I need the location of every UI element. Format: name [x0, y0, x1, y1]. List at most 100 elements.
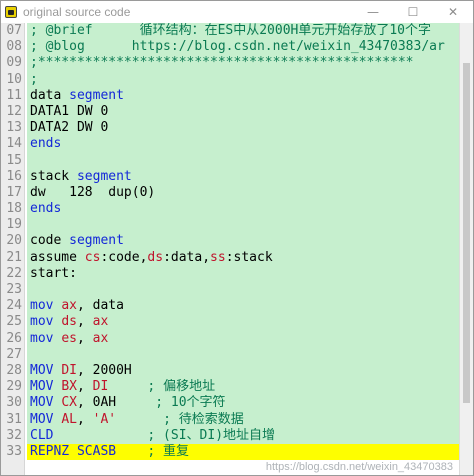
code-line[interactable]: 15	[1, 152, 473, 169]
code-text[interactable]: mov es, ax	[27, 330, 459, 347]
code-lines[interactable]: 07 ; @brief 循环结构：在ES中从2000H单元开始存放了10个字 08;…	[1, 23, 473, 461]
code-line[interactable]: 07 ; @brief 循环结构：在ES中从2000H单元开始存放了10个字	[1, 23, 473, 40]
code-register: es	[61, 330, 77, 346]
code-keyword: mov	[30, 298, 62, 314]
line-number: 28	[6, 362, 22, 378]
code-line[interactable]: 17 dw 128 dup(0)	[1, 184, 473, 202]
code-line[interactable]: 28 MOV DI, 2000H	[1, 362, 473, 380]
code-keyword: MOV	[30, 362, 62, 378]
code-line[interactable]: 08 ; @blog https://blog.csdn.net/weixin_4…	[1, 39, 473, 56]
code-text[interactable]	[27, 282, 459, 299]
code-keyword: REPNZ SCASB	[30, 443, 117, 459]
code-line[interactable]: 14 ends	[1, 136, 473, 153]
code-line[interactable]: 25 mov ds, ax	[1, 314, 473, 331]
code-line[interactable]: 30 MOV CX, 0AH ; 10个字符	[1, 395, 473, 412]
code-line[interactable]: 19	[1, 217, 473, 234]
code-line[interactable]: 23	[1, 282, 473, 299]
code-text[interactable]: mov ds, ax	[27, 314, 459, 331]
code-comment: ; 重复	[116, 443, 190, 459]
code-text[interactable]: assume cs:code,ds:data,ss:stack	[27, 249, 459, 266]
window-controls: — ☐ ✕	[353, 1, 473, 23]
code-text[interactable]: ;	[27, 71, 459, 88]
code-token: assume	[30, 249, 85, 265]
line-number: 10	[6, 71, 22, 87]
line-number: 19	[6, 217, 22, 233]
code-line[interactable]: 29 MOV BX, DI ; 偏移地址	[1, 379, 473, 396]
code-token: :code,	[100, 249, 148, 265]
line-number: 27	[6, 346, 22, 362]
code-token: , data	[76, 298, 124, 314]
title-bar[interactable]: original source code — ☐ ✕	[1, 1, 473, 23]
line-number: 12	[6, 103, 22, 119]
code-text[interactable]: data segment	[27, 87, 459, 104]
scrollbar-thumb[interactable]	[463, 63, 470, 403]
line-number: 18	[6, 201, 22, 217]
code-comment: ;	[30, 71, 38, 87]
code-line[interactable]: 11 data segment	[1, 87, 473, 104]
code-text[interactable]: ; @blog https://blog.csdn.net/weixin_434…	[27, 39, 459, 56]
code-line[interactable]: 24 mov ax, data	[1, 298, 473, 315]
code-editor[interactable]: 07 ; @brief 循环结构：在ES中从2000H单元开始存放了10个字 08;…	[1, 23, 473, 475]
code-line[interactable]: 26 mov es, ax	[1, 330, 473, 347]
code-text[interactable]: ends	[27, 136, 459, 153]
code-text[interactable]: CLD ; (SI、DI)地址自增	[27, 427, 459, 444]
code-text[interactable]: MOV CX, 0AH ; 10个字符	[27, 395, 459, 412]
code-line[interactable]: 32 CLD ; (SI、DI)地址自增	[1, 427, 473, 444]
code-line[interactable]: 13 DATA2 DW 0	[1, 120, 473, 137]
code-text[interactable]	[27, 152, 459, 169]
code-text[interactable]: ; @brief 循环结构：在ES中从2000H单元开始存放了10个字	[27, 23, 459, 40]
code-line[interactable]: 12 DATA1 DW 0	[1, 103, 473, 121]
code-text[interactable]: DATA2 DW 0	[27, 120, 459, 137]
code-comment: ; @blog https://blog.csdn.net/weixin_434…	[30, 39, 445, 55]
code-text[interactable]: code segment	[27, 233, 459, 250]
code-token: start:	[30, 265, 77, 281]
code-text[interactable]: ;***************************************…	[27, 55, 459, 72]
code-text[interactable]: start:	[27, 265, 459, 282]
code-text[interactable]: dw 128 dup(0)	[27, 184, 459, 202]
code-register: BX	[61, 379, 77, 395]
code-text[interactable]: mov ax, data	[27, 298, 459, 315]
code-line[interactable]: 10;	[1, 71, 473, 88]
code-line[interactable]: 22 start:	[1, 265, 473, 282]
line-number: 32	[6, 427, 22, 443]
code-token: :data,	[163, 249, 211, 265]
code-text[interactable]	[27, 217, 459, 234]
line-number: 11	[6, 87, 22, 103]
maximize-button[interactable]: ☐	[393, 1, 433, 23]
code-text[interactable]: REPNZ SCASB ; 重复	[27, 443, 459, 461]
vertical-scrollbar[interactable]	[459, 23, 473, 475]
close-button[interactable]: ✕	[433, 1, 473, 23]
code-line[interactable]: 16 stack segment	[1, 168, 473, 185]
code-keyword: mov	[30, 314, 62, 330]
minimize-button[interactable]: —	[353, 1, 393, 23]
code-text[interactable]: MOV DI, 2000H	[27, 362, 459, 380]
code-text[interactable]	[27, 346, 459, 363]
code-line[interactable]: 31 MOV AL, 'A' ; 待检索数据	[1, 411, 473, 428]
code-line-highlighted[interactable]: 33 REPNZ SCASB ; 重复	[1, 443, 473, 461]
code-keyword: ends	[30, 201, 62, 217]
code-string: 'A'	[92, 411, 117, 427]
code-text[interactable]: DATA1 DW 0	[27, 103, 459, 121]
code-line[interactable]: 27	[1, 346, 473, 363]
code-text[interactable]: ends	[27, 201, 459, 218]
code-register: ds	[147, 249, 164, 265]
code-text[interactable]: MOV BX, DI ; 偏移地址	[27, 379, 459, 396]
code-text[interactable]: MOV AL, 'A' ; 待检索数据	[27, 411, 459, 428]
code-keyword: CLD	[30, 427, 54, 443]
code-token: , 0AH	[76, 395, 117, 411]
line-number: 16	[6, 168, 22, 184]
code-line[interactable]: 09 ;*************************************…	[1, 55, 473, 72]
code-text[interactable]: stack segment	[27, 168, 459, 185]
code-comment: ; 待检索数据	[116, 411, 244, 427]
line-number: 25	[6, 314, 22, 330]
code-line[interactable]: 20 code segment	[1, 233, 473, 250]
code-register: DI	[61, 362, 77, 378]
code-line[interactable]: 18 ends	[1, 201, 473, 218]
code-token: DATA2 DW 0	[30, 120, 109, 136]
code-line[interactable]: 21 assume cs:code,ds:data,ss:stack	[1, 249, 473, 266]
line-number: 15	[6, 152, 22, 168]
code-keyword: segment	[69, 87, 124, 103]
line-number: 22	[6, 265, 22, 281]
code-register: ax	[92, 330, 109, 346]
line-number: 33	[6, 443, 22, 459]
